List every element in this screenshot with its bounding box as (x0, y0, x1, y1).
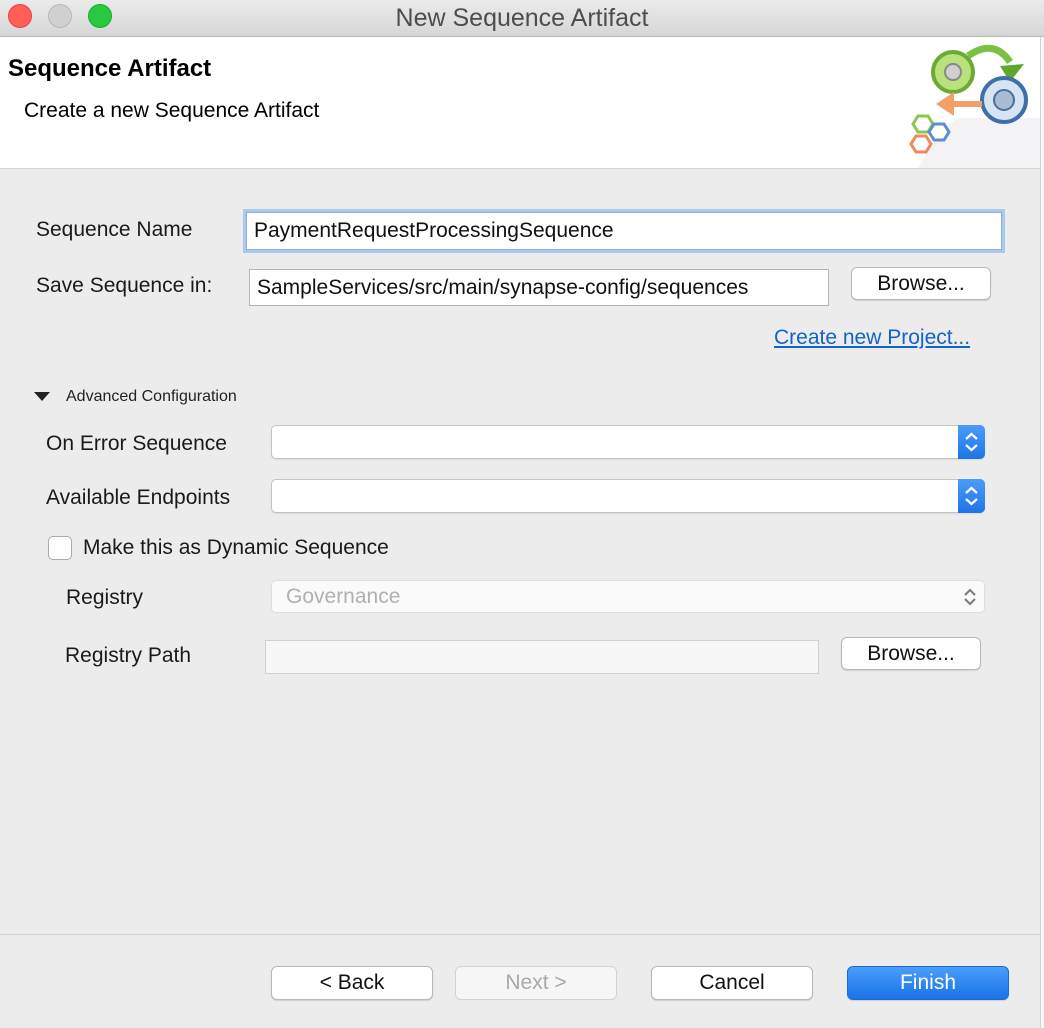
on-error-sequence-label: On Error Sequence (46, 432, 227, 455)
on-error-sequence-select[interactable] (271, 425, 985, 459)
back-button[interactable]: < Back (271, 966, 433, 1000)
finish-button[interactable]: Finish (847, 966, 1009, 1000)
sequence-name-input[interactable] (246, 212, 1002, 250)
save-in-label: Save Sequence in: (36, 274, 213, 297)
page-subtitle: Create a new Sequence Artifact (24, 99, 320, 122)
disclosure-triangle-down-icon[interactable] (34, 392, 50, 401)
footer-divider (0, 934, 1044, 935)
window-title: New Sequence Artifact (395, 4, 649, 32)
select-stepper-icon (958, 479, 985, 513)
advanced-configuration-toggle[interactable]: Advanced Configuration (66, 388, 237, 406)
window-edge (1040, 37, 1044, 1028)
dynamic-sequence-checkbox[interactable] (48, 536, 72, 560)
browse-registry-path-button[interactable]: Browse... (841, 637, 981, 670)
create-new-project-link[interactable]: Create new Project... (774, 326, 970, 350)
sequence-name-label: Sequence Name (36, 218, 193, 241)
registry-select[interactable]: Governance (271, 580, 985, 613)
available-endpoints-label: Available Endpoints (46, 486, 231, 509)
browse-save-location-button[interactable]: Browse... (851, 267, 991, 300)
registry-path-label: Registry Path (65, 644, 192, 667)
title-bar: New Sequence Artifact (0, 0, 1044, 37)
cancel-button[interactable]: Cancel (651, 966, 813, 1000)
registry-value: Governance (286, 585, 401, 608)
page-title: Sequence Artifact (8, 55, 212, 82)
save-in-input[interactable] (249, 269, 829, 306)
next-button[interactable]: Next > (455, 966, 617, 1000)
sequence-wizard-icon (909, 44, 1044, 168)
chevron-updown-icon (964, 588, 976, 606)
select-stepper-icon (958, 425, 985, 459)
dynamic-sequence-label[interactable]: Make this as Dynamic Sequence (83, 536, 389, 560)
registry-path-input[interactable] (265, 640, 819, 674)
available-endpoints-select[interactable] (271, 479, 985, 513)
registry-label: Registry (66, 586, 144, 609)
